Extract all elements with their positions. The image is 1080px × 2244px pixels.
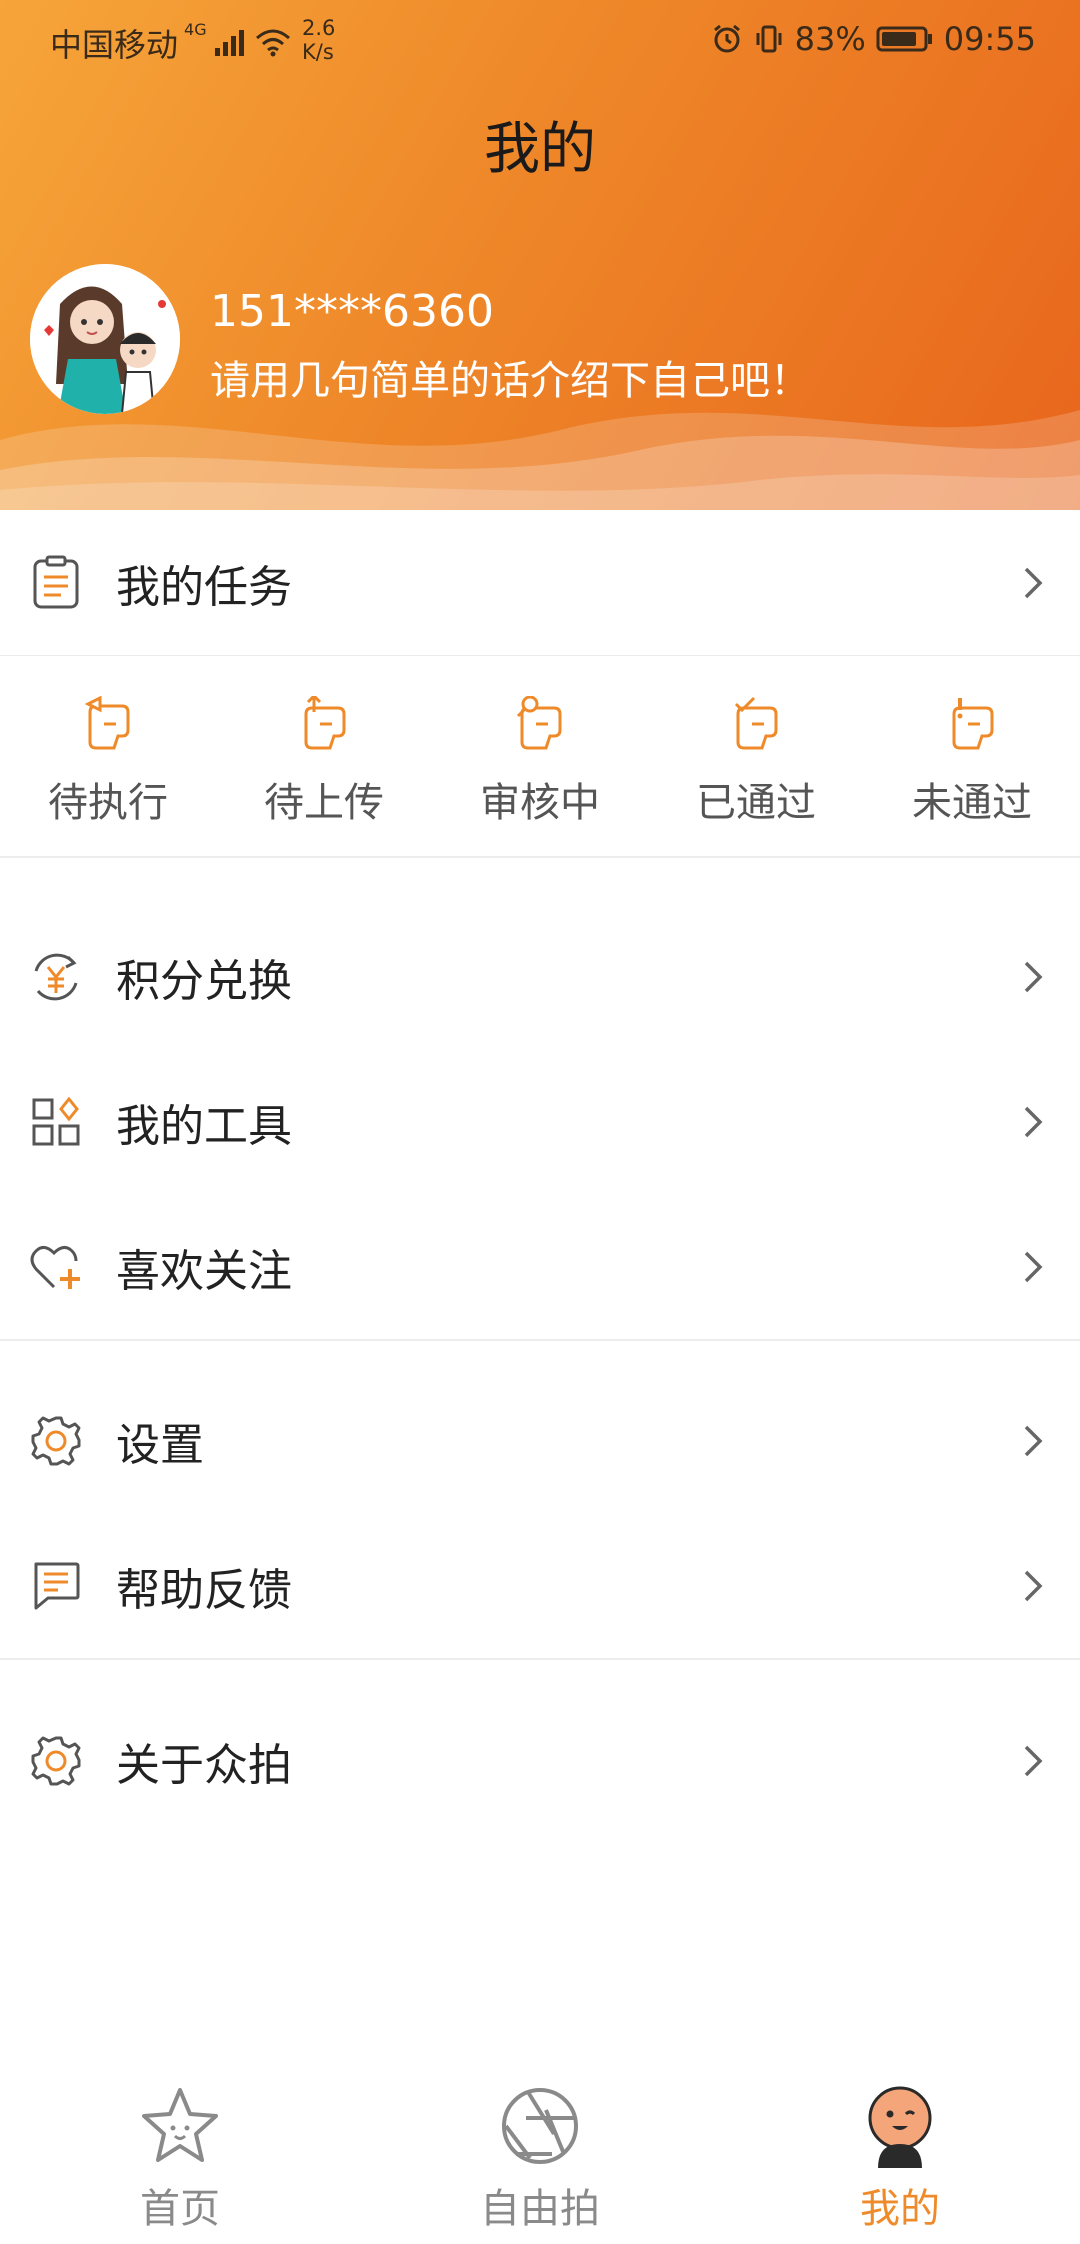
search-review-icon [516, 695, 562, 750]
signal-icon [214, 30, 244, 56]
profile-phone[interactable]: 151****6360 [210, 286, 494, 337]
status-bar: 中国移动 4G 2.6 K/s 83% 09:55 [0, 0, 1080, 86]
nav-home[interactable]: 首页 [80, 2084, 280, 2234]
exclamation-icon [952, 698, 994, 750]
task-status-strip: 待执行 待上传 审核中 已通过 未通过 [0, 656, 1080, 858]
about-label: 关于众拍 [116, 1739, 292, 1791]
chevron-right-icon [1024, 1251, 1043, 1282]
help-feedback-label: 帮助反馈 [116, 1564, 292, 1616]
net-speed: 2.6 K/s [302, 16, 336, 64]
status-label: 未通过 [912, 780, 1032, 826]
profile-bio[interactable]: 请用几句简单的话介绍下自己吧！ [210, 348, 810, 406]
chevron-right-icon [1024, 1570, 1043, 1601]
check-icon [734, 696, 778, 750]
about-row[interactable]: 关于众拍 [0, 1688, 1080, 1833]
clipboard-icon [26, 553, 86, 613]
status-label: 已通过 [696, 780, 816, 826]
favorites-row[interactable]: 喜欢关注 [0, 1194, 1080, 1341]
favorites-label: 喜欢关注 [116, 1245, 292, 1297]
nav-mine[interactable]: 我的 [800, 2084, 1000, 2234]
status-label: 审核中 [480, 780, 600, 826]
avatar-illustration [30, 264, 180, 414]
chevron-right-icon [1024, 1425, 1043, 1456]
my-tools-row[interactable]: 我的工具 [0, 1049, 1080, 1196]
pending-execution-icon [84, 695, 130, 750]
bottom-nav: 首页 自由拍 我的 [0, 2070, 1080, 2244]
carrier-label: 中国移动 [50, 26, 179, 64]
chevron-right-icon [1024, 1745, 1043, 1776]
feedback-icon [26, 1556, 86, 1616]
gear-icon [26, 1411, 86, 1471]
nav-label: 自由拍 [480, 2186, 600, 2232]
profile-header: 中国移动 4G 2.6 K/s 83% 09:55 我的 151****6360… [0, 0, 1080, 510]
points-exchange-label: 积分兑换 [116, 955, 292, 1007]
nav-free-shoot[interactable]: 自由拍 [440, 2084, 640, 2234]
my-tasks-label: 我的任务 [116, 561, 292, 613]
star-face-icon [142, 2088, 218, 2162]
my-tools-label: 我的工具 [116, 1100, 292, 1152]
network-type: 4G [184, 20, 207, 39]
nav-label: 我的 [860, 2186, 940, 2232]
wifi-icon [255, 29, 290, 57]
battery-percent: 83% [794, 20, 866, 58]
help-feedback-row[interactable]: 帮助反馈 [0, 1513, 1080, 1660]
settings-row[interactable]: 设置 [0, 1368, 1080, 1515]
nav-label: 首页 [140, 2186, 220, 2232]
page-title: 我的 [484, 117, 596, 182]
grid-tools-icon [26, 1092, 86, 1152]
chevron-right-icon [1024, 1106, 1043, 1137]
points-exchange-row[interactable]: 积分兑换 [0, 904, 1080, 1051]
battery-icon [876, 26, 932, 52]
vibrate-icon [756, 25, 782, 53]
heart-plus-icon [26, 1237, 86, 1297]
alarm-icon [713, 24, 740, 53]
yuan-exchange-icon [26, 947, 86, 1007]
my-tasks-row[interactable]: 我的任务 [0, 510, 1080, 657]
status-pending-execution[interactable]: 待执行 [8, 695, 208, 828]
status-approved[interactable]: 已通过 [656, 696, 856, 828]
status-rejected[interactable]: 未通过 [872, 696, 1072, 828]
upload-icon [304, 693, 346, 750]
clock: 09:55 [943, 20, 1036, 58]
avatar[interactable] [30, 264, 180, 414]
gear-icon [26, 1731, 86, 1791]
aperture-icon [502, 2088, 578, 2164]
status-under-review[interactable]: 审核中 [440, 695, 640, 828]
status-label: 待上传 [264, 780, 384, 826]
settings-label: 设置 [116, 1419, 204, 1471]
status-label: 待执行 [48, 780, 168, 826]
status-pending-upload[interactable]: 待上传 [224, 693, 424, 828]
chevron-right-icon [1024, 961, 1043, 992]
smiley-user-icon [868, 2086, 932, 2168]
chevron-right-icon [1024, 567, 1043, 598]
